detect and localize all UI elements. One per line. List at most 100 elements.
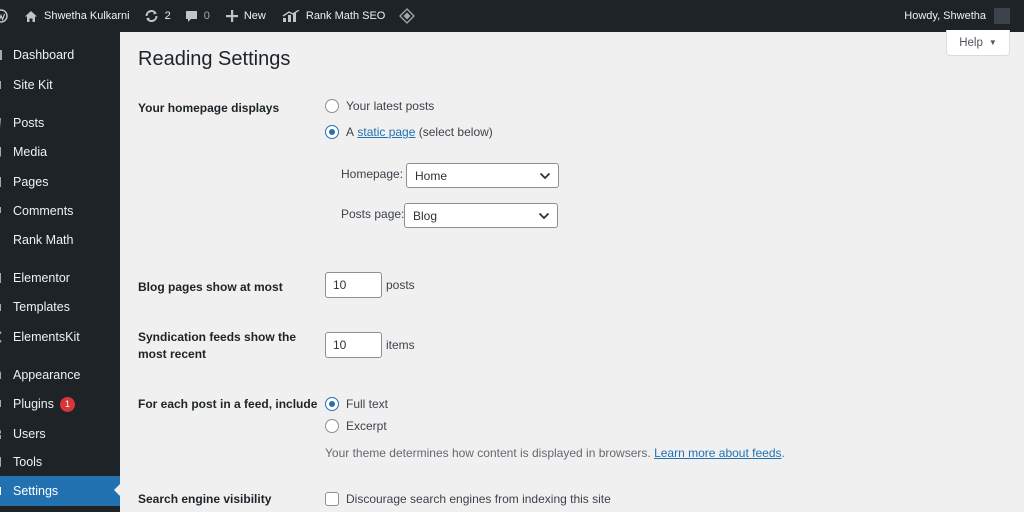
sidebar-item-label: Media xyxy=(13,145,48,159)
posts-page-select-label: Posts page: xyxy=(341,207,405,221)
sidebar-item-label: Templates xyxy=(13,300,70,314)
updates-link[interactable]: 2 xyxy=(136,0,177,32)
full-text-label: Full text xyxy=(346,397,389,411)
site-name: Shwetha Kulkarni xyxy=(44,10,130,22)
settings-icon xyxy=(0,485,6,497)
sidebar-item-pages[interactable]: Pages xyxy=(0,168,120,196)
comment-icon xyxy=(0,205,6,217)
comments-link[interactable]: 0 xyxy=(177,0,216,32)
page-title: Reading Settings xyxy=(138,48,291,70)
syndication-label: Syndication feeds show the most recent xyxy=(138,329,296,363)
admin-sidebar: Dashboard Site Kit Posts Media Pages Comments… xyxy=(0,32,120,512)
plus-icon xyxy=(225,10,238,22)
sidebar-item-elementskit[interactable]: ElementsKit xyxy=(0,323,120,351)
sidebar-item-label: Elementor xyxy=(13,271,70,285)
sidebar-item-rank-math[interactable]: Rank Math xyxy=(0,226,120,254)
plug-icon xyxy=(0,398,6,410)
media-icon xyxy=(0,146,6,158)
new-label: New xyxy=(243,10,266,22)
excerpt-label: Excerpt xyxy=(346,419,387,433)
feed-description: Your theme determines how content is dis… xyxy=(325,446,785,460)
blog-pages-label: Blog pages show at most xyxy=(138,280,283,294)
posts-page-select[interactable]: Blog xyxy=(404,203,558,228)
rank-math-chart-icon xyxy=(282,10,300,22)
help-button[interactable]: Help ▼ xyxy=(946,30,1010,56)
main-content: Help ▼ Reading Settings Your homepage di… xyxy=(120,30,1024,512)
site-kit-icon xyxy=(0,79,6,91)
diamond-icon[interactable] xyxy=(391,0,421,32)
sidebar-item-site-kit[interactable]: Site Kit xyxy=(0,71,120,99)
full-text-option[interactable]: Full text xyxy=(325,397,388,411)
sidebar-item-tools[interactable]: Tools xyxy=(0,448,120,476)
homepage-displays-label: Your homepage displays xyxy=(138,101,280,115)
learn-more-feeds-link[interactable]: Learn more about feeds xyxy=(654,446,781,460)
posts-page-select-value: Blog xyxy=(413,208,438,223)
sidebar-item-label: Comments xyxy=(13,204,74,218)
sidebar-item-appearance[interactable]: Appearance xyxy=(0,361,120,389)
sidebar-item-label: Tools xyxy=(13,455,43,469)
search-visibility-label: Search engine visibility xyxy=(138,492,272,506)
sidebar-item-label: Posts xyxy=(13,116,45,130)
static-page-radio[interactable] xyxy=(325,125,339,139)
sidebar-item-users[interactable]: Users xyxy=(0,420,120,448)
folder-icon xyxy=(0,301,6,313)
comments-count: 0 xyxy=(203,10,210,22)
feed-description-end: . xyxy=(781,446,785,460)
discourage-search-checkbox[interactable] xyxy=(325,492,339,506)
brush-icon xyxy=(0,369,6,381)
homepage-select-label: Homepage: xyxy=(341,167,404,181)
sidebar-item-label: ElementsKit xyxy=(13,330,80,344)
rank-math-seo-label: Rank Math SEO xyxy=(305,10,386,22)
sidebar-item-plugins[interactable]: Plugins 1 xyxy=(0,390,120,418)
static-page-prefix: A xyxy=(346,125,355,139)
static-page-link[interactable]: static page xyxy=(357,125,415,139)
new-content-link[interactable]: New xyxy=(216,0,272,32)
sidebar-item-label: Plugins xyxy=(13,397,54,411)
excerpt-option[interactable]: Excerpt xyxy=(325,419,387,433)
static-page-option[interactable]: A static page (select below) xyxy=(325,125,493,139)
rank-math-seo-link[interactable]: Rank Math SEO xyxy=(272,0,391,32)
syndication-label-line2: most recent xyxy=(138,347,207,361)
caret-down-icon: ▼ xyxy=(988,38,997,47)
syndication-label-line1: Syndication feeds show the xyxy=(138,330,297,344)
blog-pages-suffix: posts xyxy=(386,278,415,292)
sidebar-item-label: Site Kit xyxy=(13,78,53,92)
discourage-search-option[interactable]: Discourage search engines from indexing … xyxy=(325,492,611,506)
latest-posts-radio[interactable] xyxy=(325,99,339,113)
wrench-icon xyxy=(0,456,6,468)
chevron-down-icon xyxy=(538,212,550,220)
sidebar-item-media[interactable]: Media xyxy=(0,138,120,166)
wordpress-logo-icon[interactable] xyxy=(0,0,10,32)
rank-math-icon xyxy=(0,234,6,246)
site-name-link[interactable]: Shwetha Kulkarni xyxy=(10,0,136,32)
sidebar-item-posts[interactable]: Posts xyxy=(0,109,120,137)
admin-bar: Shwetha Kulkarni 2 0 New Rank Math SEO H… xyxy=(0,0,1024,32)
syndication-input[interactable]: 10 xyxy=(325,332,382,358)
latest-posts-label: Your latest posts xyxy=(346,99,435,113)
sidebar-item-dashboard[interactable]: Dashboard xyxy=(0,41,120,69)
sidebar-item-label: Users xyxy=(13,427,46,441)
syndication-suffix: items xyxy=(386,338,415,352)
updates-count: 2 xyxy=(164,10,171,22)
feed-include-label: For each post in a feed, include xyxy=(138,397,318,411)
howdy-greeting[interactable]: Howdy, Shwetha xyxy=(904,10,986,22)
user-avatar[interactable] xyxy=(994,8,1010,24)
homepage-select[interactable]: Home xyxy=(406,163,559,188)
chevron-down-icon xyxy=(539,172,551,180)
elementskit-icon xyxy=(0,331,6,343)
home-icon xyxy=(24,10,38,23)
sidebar-item-comments[interactable]: Comments xyxy=(0,197,120,225)
sidebar-item-settings[interactable]: Settings xyxy=(0,476,120,506)
pin-icon xyxy=(0,117,6,129)
sidebar-item-templates[interactable]: Templates xyxy=(0,293,120,321)
latest-posts-option[interactable]: Your latest posts xyxy=(325,99,434,113)
refresh-icon xyxy=(144,9,159,23)
blog-pages-input[interactable]: 10 xyxy=(325,272,382,298)
sidebar-item-label: Pages xyxy=(13,175,49,189)
homepage-select-value: Home xyxy=(415,168,448,183)
excerpt-radio[interactable] xyxy=(325,419,339,433)
feed-description-text: Your theme determines how content is dis… xyxy=(325,446,651,460)
sidebar-item-elementor[interactable]: Elementor xyxy=(0,264,120,292)
full-text-radio[interactable] xyxy=(325,397,339,411)
comment-bubble-icon xyxy=(185,10,198,23)
